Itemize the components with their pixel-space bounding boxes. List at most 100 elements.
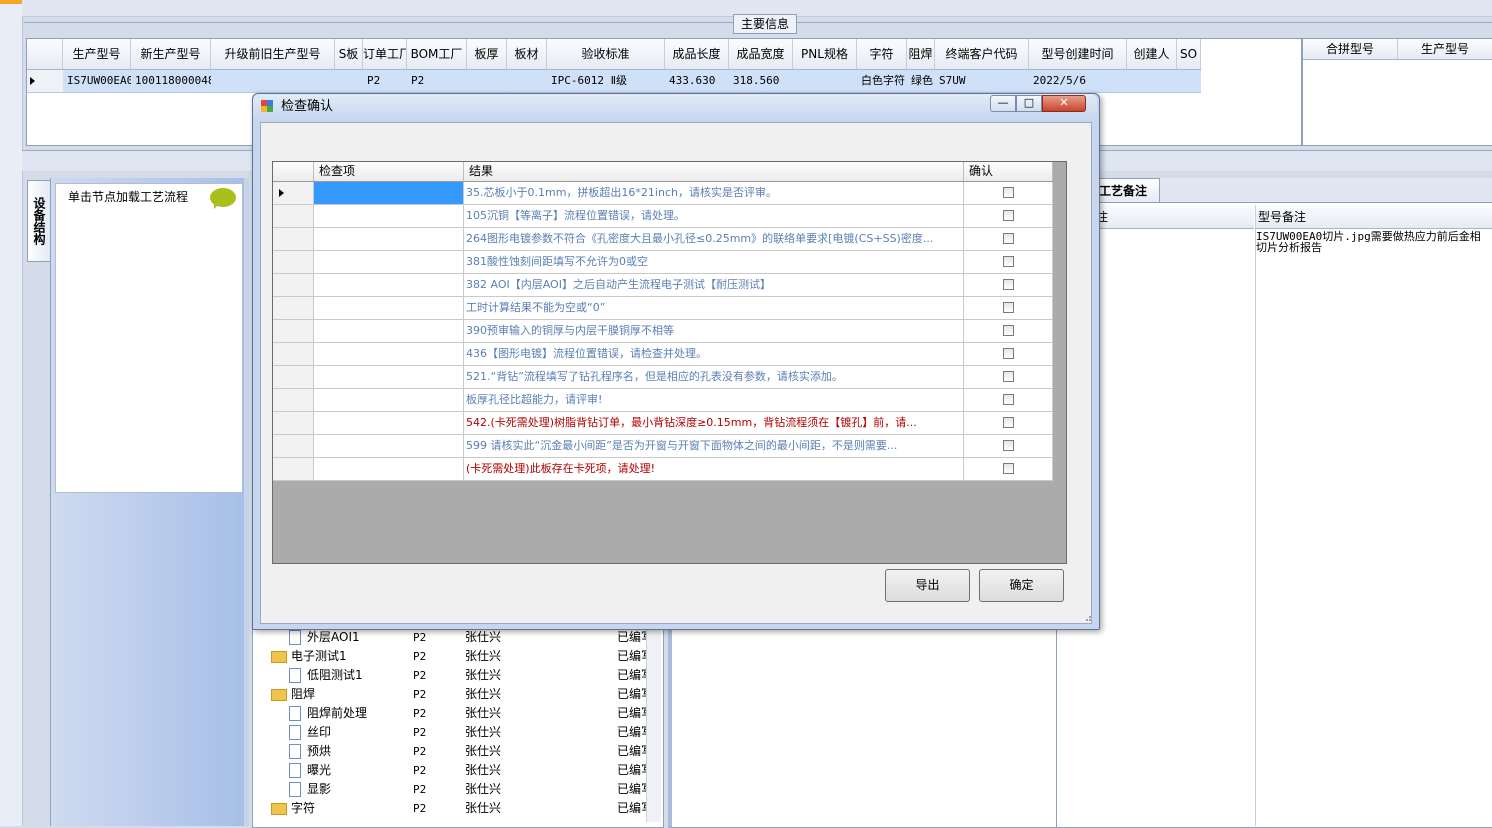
close-icon[interactable]: ✕ <box>1042 95 1086 112</box>
check-row[interactable]: 542.(卡死需处理)树脂背钻订单，最小背钻深度≥0.15mm，背钻流程须在【镀… <box>273 412 1053 435</box>
result-cell[interactable]: 521.“背钻”流程填写了钻孔程序名，但是相应的孔表没有参数，请核实添加。 <box>464 366 964 388</box>
row-indicator-icon[interactable] <box>27 70 63 92</box>
tree-leaf-node[interactable]: 显影 <box>289 780 331 799</box>
main-column-header[interactable]: 阻焊 <box>907 39 935 69</box>
main-column-header[interactable]: 成品宽度 <box>729 39 793 69</box>
export-button[interactable]: 导出 <box>885 569 970 602</box>
speech-bubble-icon[interactable] <box>210 188 236 209</box>
check-row[interactable]: 工时计算结果不能为空或“0” <box>273 297 1053 320</box>
tree-node[interactable]: 丝印 P2 张仕兴 已编写 <box>253 723 653 742</box>
main-cell[interactable] <box>467 70 507 92</box>
merge-model-grid[interactable]: 合拼型号 生产型号 <box>1302 38 1492 146</box>
main-column-header[interactable]: 成品长度 <box>665 39 729 69</box>
confirm-checkbox[interactable] <box>1003 417 1014 428</box>
main-cell[interactable] <box>793 70 857 92</box>
main-column-header[interactable]: 板材 <box>507 39 547 69</box>
main-column-header[interactable]: 板厚 <box>467 39 507 69</box>
tree-leaf-node[interactable]: 曝光 <box>289 761 331 780</box>
minimize-icon[interactable]: — <box>990 95 1016 112</box>
check-row[interactable]: 436【图形电镀】流程位置错误，请检查并处理。 <box>273 343 1053 366</box>
row-header[interactable] <box>273 182 314 204</box>
main-column-header[interactable]: 新生产型号 <box>131 39 211 69</box>
confirm-checkbox[interactable] <box>1003 302 1014 313</box>
check-row[interactable]: 105沉铜【等离子】流程位置错误，请处理。 <box>273 205 1053 228</box>
confirm-checkbox[interactable] <box>1003 440 1014 451</box>
process-flow-card[interactable] <box>55 183 243 493</box>
row-header[interactable] <box>273 205 314 227</box>
result-cell[interactable]: 382 AOI【内层AOI】之后自动产生流程电子测试【耐压测试】 <box>464 274 964 296</box>
main-column-header[interactable]: 验收标准 <box>547 39 665 69</box>
main-column-header[interactable]: SO <box>1177 39 1201 69</box>
merge-column-header[interactable]: 生产型号 <box>1398 39 1492 59</box>
main-column-header[interactable]: 升级前旧生产型号 <box>211 39 335 69</box>
check-row[interactable]: 599 请核实此“沉金最小间距”是否为开窗与开窗下面物体之间的最小间距，不是则需… <box>273 435 1053 458</box>
confirm-checkbox[interactable] <box>1003 187 1014 198</box>
process-tree[interactable]: 外层AOI1 P2 张仕兴 已编写 电子测试1 P2 张仕兴 已编写 低阻测试1 P2 张仕兴 已编写… <box>252 620 664 828</box>
result-cell[interactable]: 390预审输入的铜厚与内层干膜铜厚不相等 <box>464 320 964 342</box>
main-column-header[interactable]: 生产型号 <box>63 39 131 69</box>
tree-node[interactable]: 外层AOI1 P2 张仕兴 已编写 <box>253 628 653 647</box>
main-column-header[interactable]: PNL规格 <box>793 39 857 69</box>
main-cell[interactable]: 2022/5/6 <box>1029 70 1127 92</box>
tree-node[interactable]: 电子测试1 P2 张仕兴 已编写 <box>253 647 653 666</box>
main-column-header[interactable]: BOM工厂 <box>407 39 467 69</box>
tree-node[interactable]: 显影 P2 张仕兴 已编写 <box>253 780 653 799</box>
main-column-header[interactable]: 订单工厂 <box>363 39 407 69</box>
result-cell[interactable]: 264图形电镀参数不符合《孔密度大且最小孔径≤0.25mm》的联络单要求[电镀(… <box>464 228 964 250</box>
tree-folder-node[interactable]: 字符 <box>271 799 315 818</box>
confirm-checkbox[interactable] <box>1003 279 1014 290</box>
main-cell[interactable]: 10011800004879 <box>131 70 211 92</box>
check-row[interactable]: (卡死需处理)此板存在卡死项，请处理! <box>273 458 1053 481</box>
tree-node[interactable]: 阻焊前处理 P2 张仕兴 已编写 <box>253 704 653 723</box>
main-cell[interactable]: P2 <box>363 70 407 92</box>
main-cell[interactable]: IS7UW00EA0 <box>63 70 131 92</box>
result-cell[interactable]: 板厚孔径比超能力，请评审! <box>464 389 964 411</box>
main-cell[interactable]: 318.560 <box>729 70 793 92</box>
check-item-cell[interactable] <box>314 320 464 342</box>
row-header[interactable] <box>273 274 314 296</box>
tree-leaf-node[interactable]: 预烘 <box>289 742 331 761</box>
row-header[interactable] <box>273 228 314 250</box>
tree-folder-node[interactable]: 阻焊 <box>271 685 315 704</box>
main-cell[interactable] <box>1177 70 1201 92</box>
result-cell[interactable]: 105沉铜【等离子】流程位置错误，请处理。 <box>464 205 964 227</box>
check-row[interactable]: 521.“背钻”流程填写了钻孔程序名，但是相应的孔表没有参数，请核实添加。 <box>273 366 1053 389</box>
confirm-checkbox[interactable] <box>1003 256 1014 267</box>
resize-grip-icon[interactable] <box>1082 612 1092 622</box>
tree-leaf-node[interactable]: 丝印 <box>289 723 331 742</box>
confirm-checkbox[interactable] <box>1003 463 1014 474</box>
result-cell[interactable]: 工时计算结果不能为空或“0” <box>464 297 964 319</box>
main-cell[interactable]: IPC-6012 Ⅱ级 <box>547 70 665 92</box>
tree-node[interactable]: 字符 P2 张仕兴 已编写 <box>253 799 653 818</box>
confirm-checkbox[interactable] <box>1003 371 1014 382</box>
check-row[interactable]: 35.芯板小于0.1mm，拼板超出16*21inch，请核实是否评审。 <box>273 182 1053 205</box>
row-header[interactable] <box>273 343 314 365</box>
dialog-titlebar[interactable] <box>253 94 1097 120</box>
tab-process-remark[interactable]: 工艺备注 <box>1090 178 1160 202</box>
main-cell[interactable] <box>211 70 335 92</box>
panel-splitter[interactable] <box>244 178 249 826</box>
check-row[interactable]: 板厚孔径比超能力，请评审! <box>273 389 1053 412</box>
row-header[interactable] <box>273 458 314 480</box>
main-cell[interactable]: 433.630 <box>665 70 729 92</box>
tree-folder-node[interactable]: 电子测试1 <box>271 647 347 666</box>
main-cell[interactable] <box>1127 70 1177 92</box>
check-item-cell[interactable] <box>314 458 464 480</box>
result-cell[interactable]: 35.芯板小于0.1mm，拼板超出16*21inch，请核实是否评审。 <box>464 182 964 204</box>
row-header[interactable] <box>273 412 314 434</box>
result-cell[interactable]: 381酸性蚀刻间距填写不允许为0或空 <box>464 251 964 273</box>
main-cell[interactable] <box>507 70 547 92</box>
check-item-cell[interactable] <box>314 182 464 204</box>
tree-leaf-node[interactable]: 低阻测试1 <box>289 666 363 685</box>
tree-node[interactable]: 低阻测试1 P2 张仕兴 已编写 <box>253 666 653 685</box>
main-column-header[interactable]: S板 <box>335 39 363 69</box>
check-row[interactable]: 382 AOI【内层AOI】之后自动产生流程电子测试【耐压测试】 <box>273 274 1053 297</box>
remark-grid[interactable] <box>1056 202 1492 828</box>
row-header[interactable] <box>273 297 314 319</box>
check-item-cell[interactable] <box>314 366 464 388</box>
main-cell[interactable]: S7UW <box>935 70 1029 92</box>
check-row[interactable]: 381酸性蚀刻间距填写不允许为0或空 <box>273 251 1053 274</box>
maximize-icon[interactable]: □ <box>1016 95 1042 112</box>
check-item-cell[interactable] <box>314 297 464 319</box>
tree-node[interactable]: 预烘 P2 张仕兴 已编写 <box>253 742 653 761</box>
